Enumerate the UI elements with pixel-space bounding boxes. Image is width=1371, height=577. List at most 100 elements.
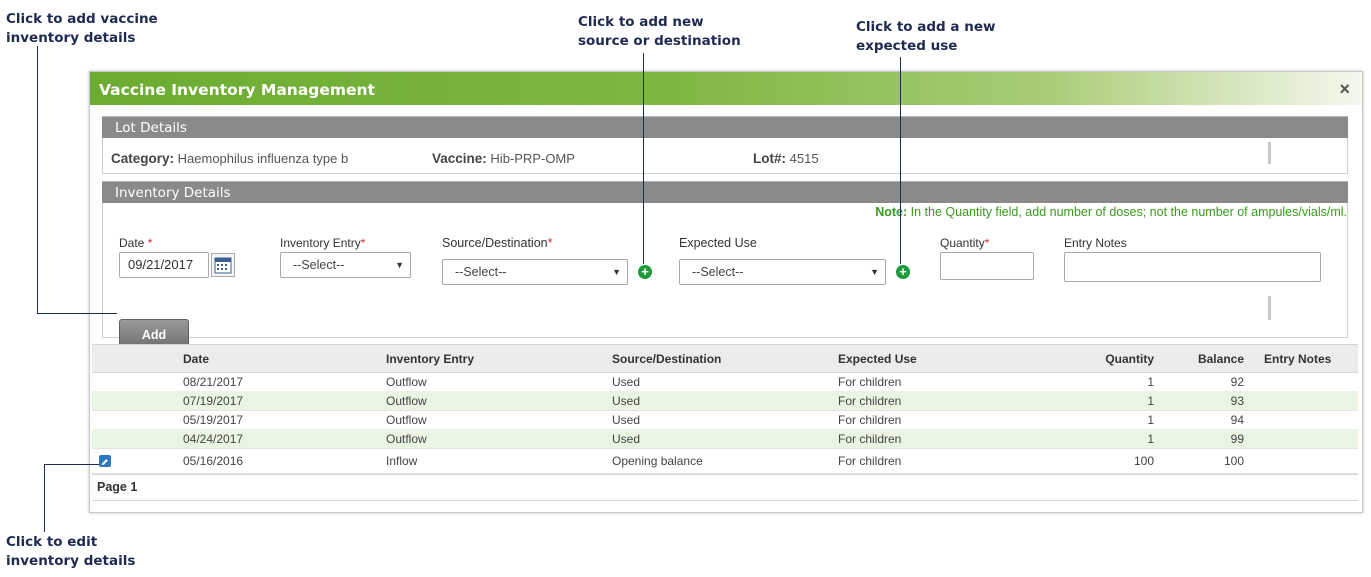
cell-quantity: 1 bbox=[1147, 413, 1154, 427]
lot-number: Lot#: 4515 bbox=[753, 151, 819, 166]
required-mark: * bbox=[547, 236, 553, 250]
lot-details-body: Category: Haemophilus influenza type b V… bbox=[102, 138, 1348, 174]
table-row: 08/21/2017 Outflow Used For children 1 9… bbox=[92, 372, 1358, 392]
callout-line bbox=[44, 464, 99, 465]
callout-text: inventory details bbox=[6, 553, 136, 569]
category-label: Category: bbox=[111, 151, 175, 166]
vaccine-label: Vaccine: bbox=[432, 151, 487, 166]
lot-details-header: Lot Details bbox=[102, 116, 1348, 139]
cell-entry: Inflow bbox=[386, 454, 418, 468]
quantity-input[interactable] bbox=[940, 252, 1034, 280]
column-header-quantity[interactable]: Quantity bbox=[1105, 352, 1154, 366]
lot-value: 4515 bbox=[789, 151, 819, 166]
cell-balance: 94 bbox=[1230, 413, 1244, 427]
pencil-icon[interactable] bbox=[99, 455, 111, 467]
expected-use-select[interactable]: --Select-- ▼ bbox=[679, 259, 886, 285]
chevron-down-icon: ▼ bbox=[612, 267, 621, 277]
section-title: Lot Details bbox=[115, 120, 187, 136]
label-text: Source/Destination bbox=[442, 236, 548, 250]
callout-add-use: Click to add a new expected use bbox=[856, 18, 995, 56]
column-header-expected-use[interactable]: Expected Use bbox=[838, 352, 917, 366]
cell-entry: Outflow bbox=[386, 413, 427, 427]
cell-use: For children bbox=[838, 454, 902, 468]
cell-source: Used bbox=[612, 375, 641, 389]
callout-text: Click to add new bbox=[578, 14, 704, 30]
column-header-source-destination[interactable]: Source/Destination bbox=[612, 352, 721, 366]
callout-text: Click to edit bbox=[6, 534, 98, 550]
table-row: 05/16/2016 Inflow Opening balance For ch… bbox=[92, 448, 1358, 474]
callout-text: Click to add a new bbox=[856, 19, 996, 35]
cell-entry: Outflow bbox=[386, 432, 427, 446]
dialog-titlebar: Vaccine Inventory Management × bbox=[90, 72, 1362, 105]
callout-add-vaccine: Click to add vaccine inventory details bbox=[6, 10, 158, 48]
table-row: 04/24/2017 Outflow Used For children 1 9… bbox=[92, 429, 1358, 449]
entry-notes-label: Entry Notes bbox=[1064, 236, 1127, 250]
lot-category: Category: Haemophilus influenza type b bbox=[111, 151, 348, 166]
callout-edit: Click to edit inventory details bbox=[6, 533, 135, 571]
note-text: In the Quantity field, add number of dos… bbox=[907, 205, 1347, 219]
select-value: --Select-- bbox=[692, 265, 744, 279]
table-row: 05/19/2017 Outflow Used For children 1 9… bbox=[92, 410, 1358, 430]
label-text: Expected Use bbox=[679, 236, 757, 250]
select-value: --Select-- bbox=[293, 258, 345, 272]
callout-text: source or destination bbox=[578, 33, 741, 49]
chevron-down-icon: ▼ bbox=[395, 260, 404, 270]
add-expected-use-icon[interactable]: + bbox=[896, 265, 910, 279]
source-destination-label: Source/Destination* bbox=[442, 236, 553, 250]
callout-add-source: Click to add new source or destination bbox=[578, 13, 741, 51]
callout-line bbox=[900, 57, 901, 264]
quantity-note: Note: In the Quantity field, add number … bbox=[875, 205, 1347, 219]
column-header-inventory-entry[interactable]: Inventory Entry bbox=[386, 352, 474, 366]
column-header-date[interactable]: Date bbox=[183, 352, 209, 366]
close-icon[interactable]: × bbox=[1339, 79, 1350, 100]
column-header-balance[interactable]: Balance bbox=[1198, 352, 1244, 366]
cell-date: 04/24/2017 bbox=[183, 432, 244, 446]
expected-use-label: Expected Use bbox=[679, 236, 757, 250]
cell-date: 05/19/2017 bbox=[183, 413, 244, 427]
required-mark: * bbox=[147, 236, 153, 250]
source-destination-select[interactable]: --Select-- ▼ bbox=[442, 259, 628, 285]
cell-quantity: 1 bbox=[1147, 375, 1154, 389]
date-input[interactable]: 09/21/2017 bbox=[119, 252, 209, 278]
calendar-icon[interactable] bbox=[211, 253, 235, 277]
callout-text: Click to add vaccine bbox=[6, 11, 158, 27]
cell-use: For children bbox=[838, 394, 902, 408]
vaccine-value: Hib-PRP-OMP bbox=[490, 151, 575, 166]
required-mark: * bbox=[360, 236, 366, 250]
callout-text: inventory details bbox=[6, 30, 136, 46]
cell-balance: 99 bbox=[1230, 432, 1244, 446]
page-indicator: Page 1 bbox=[97, 480, 138, 494]
date-label: Date * bbox=[119, 236, 152, 250]
callout-line bbox=[643, 53, 644, 264]
select-value: --Select-- bbox=[455, 265, 507, 279]
cell-balance: 92 bbox=[1230, 375, 1244, 389]
cell-quantity: 100 bbox=[1133, 454, 1154, 468]
cell-use: For children bbox=[838, 375, 902, 389]
label-text: Date bbox=[119, 236, 145, 250]
cell-date: 08/21/2017 bbox=[183, 375, 244, 389]
scrollbar-edge bbox=[1268, 142, 1271, 164]
label-text: Inventory Entry bbox=[280, 236, 361, 250]
label-text: Entry Notes bbox=[1064, 236, 1127, 250]
cell-quantity: 1 bbox=[1147, 394, 1154, 408]
label-text: Quantity bbox=[940, 236, 985, 250]
add-source-destination-icon[interactable]: + bbox=[638, 265, 652, 279]
cell-balance: 100 bbox=[1223, 454, 1244, 468]
cell-date: 05/16/2016 bbox=[183, 454, 244, 468]
table-row: 07/19/2017 Outflow Used For children 1 9… bbox=[92, 391, 1358, 411]
required-mark: * bbox=[984, 236, 990, 250]
callout-line bbox=[44, 464, 45, 532]
callout-line bbox=[37, 313, 117, 314]
chevron-down-icon: ▼ bbox=[870, 267, 879, 277]
inventory-entry-label: Inventory Entry* bbox=[280, 236, 365, 250]
lot-vaccine: Vaccine: Hib-PRP-OMP bbox=[432, 151, 575, 166]
cell-source: Used bbox=[612, 413, 641, 427]
cell-source: Used bbox=[612, 394, 641, 408]
scrollbar-edge bbox=[1268, 296, 1271, 320]
entry-notes-textarea[interactable] bbox=[1064, 252, 1321, 282]
vaccine-inventory-dialog: Vaccine Inventory Management × Lot Detai… bbox=[89, 71, 1363, 513]
callout-text: expected use bbox=[856, 38, 958, 54]
column-header-entry-notes[interactable]: Entry Notes bbox=[1264, 352, 1331, 366]
cell-entry: Outflow bbox=[386, 394, 427, 408]
inventory-entry-select[interactable]: --Select-- ▼ bbox=[280, 252, 411, 278]
